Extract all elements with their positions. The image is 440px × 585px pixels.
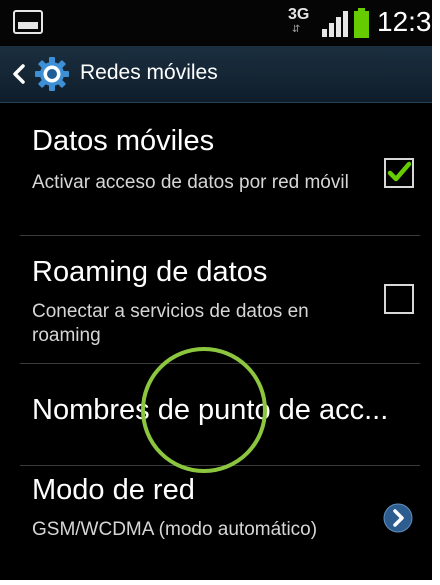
image-notification-icon (13, 10, 43, 34)
setting-subtitle: Conectar a servicios de datos en roaming (32, 301, 309, 346)
screen-title: Redes móviles (80, 61, 218, 84)
clock: 12:38PM (377, 6, 432, 37)
phone-screen: 3G ⇵ 12:38PM Redes móviles (0, 0, 432, 580)
setting-title: Nombres de punto de acc... (32, 394, 389, 426)
action-bar: Redes móviles (0, 46, 432, 103)
setting-access-point-names[interactable]: Nombres de punto de acc... (0, 364, 432, 464)
setting-title: Datos móviles (32, 125, 215, 157)
setting-mobile-data[interactable]: Datos móviles Activar acceso de datos po… (0, 103, 432, 234)
setting-network-mode[interactable]: Modo de red GSM/WCDMA (modo automático) (0, 466, 432, 580)
setting-title: Modo de red (32, 474, 195, 506)
chevron-left-icon[interactable] (9, 63, 29, 85)
setting-data-roaming[interactable]: Roaming de datos Conectar a servicios de… (0, 236, 432, 363)
battery-icon (354, 8, 369, 38)
checkbox-checked-icon[interactable] (384, 158, 414, 188)
setting-title: Roaming de datos (32, 256, 268, 288)
signal-bars-icon (322, 11, 348, 37)
setting-subtitle: Activar acceso de datos por red móvil (32, 172, 349, 193)
gear-icon[interactable] (34, 56, 70, 92)
data-activity-icon: ⇵ (292, 24, 300, 35)
network-type-label: 3G (288, 6, 310, 23)
status-bar: 3G ⇵ 12:38PM (0, 0, 432, 46)
chevron-right-icon[interactable] (383, 503, 413, 533)
checkbox-unchecked-icon[interactable] (384, 284, 414, 314)
setting-subtitle: GSM/WCDMA (modo automático) (32, 519, 318, 540)
